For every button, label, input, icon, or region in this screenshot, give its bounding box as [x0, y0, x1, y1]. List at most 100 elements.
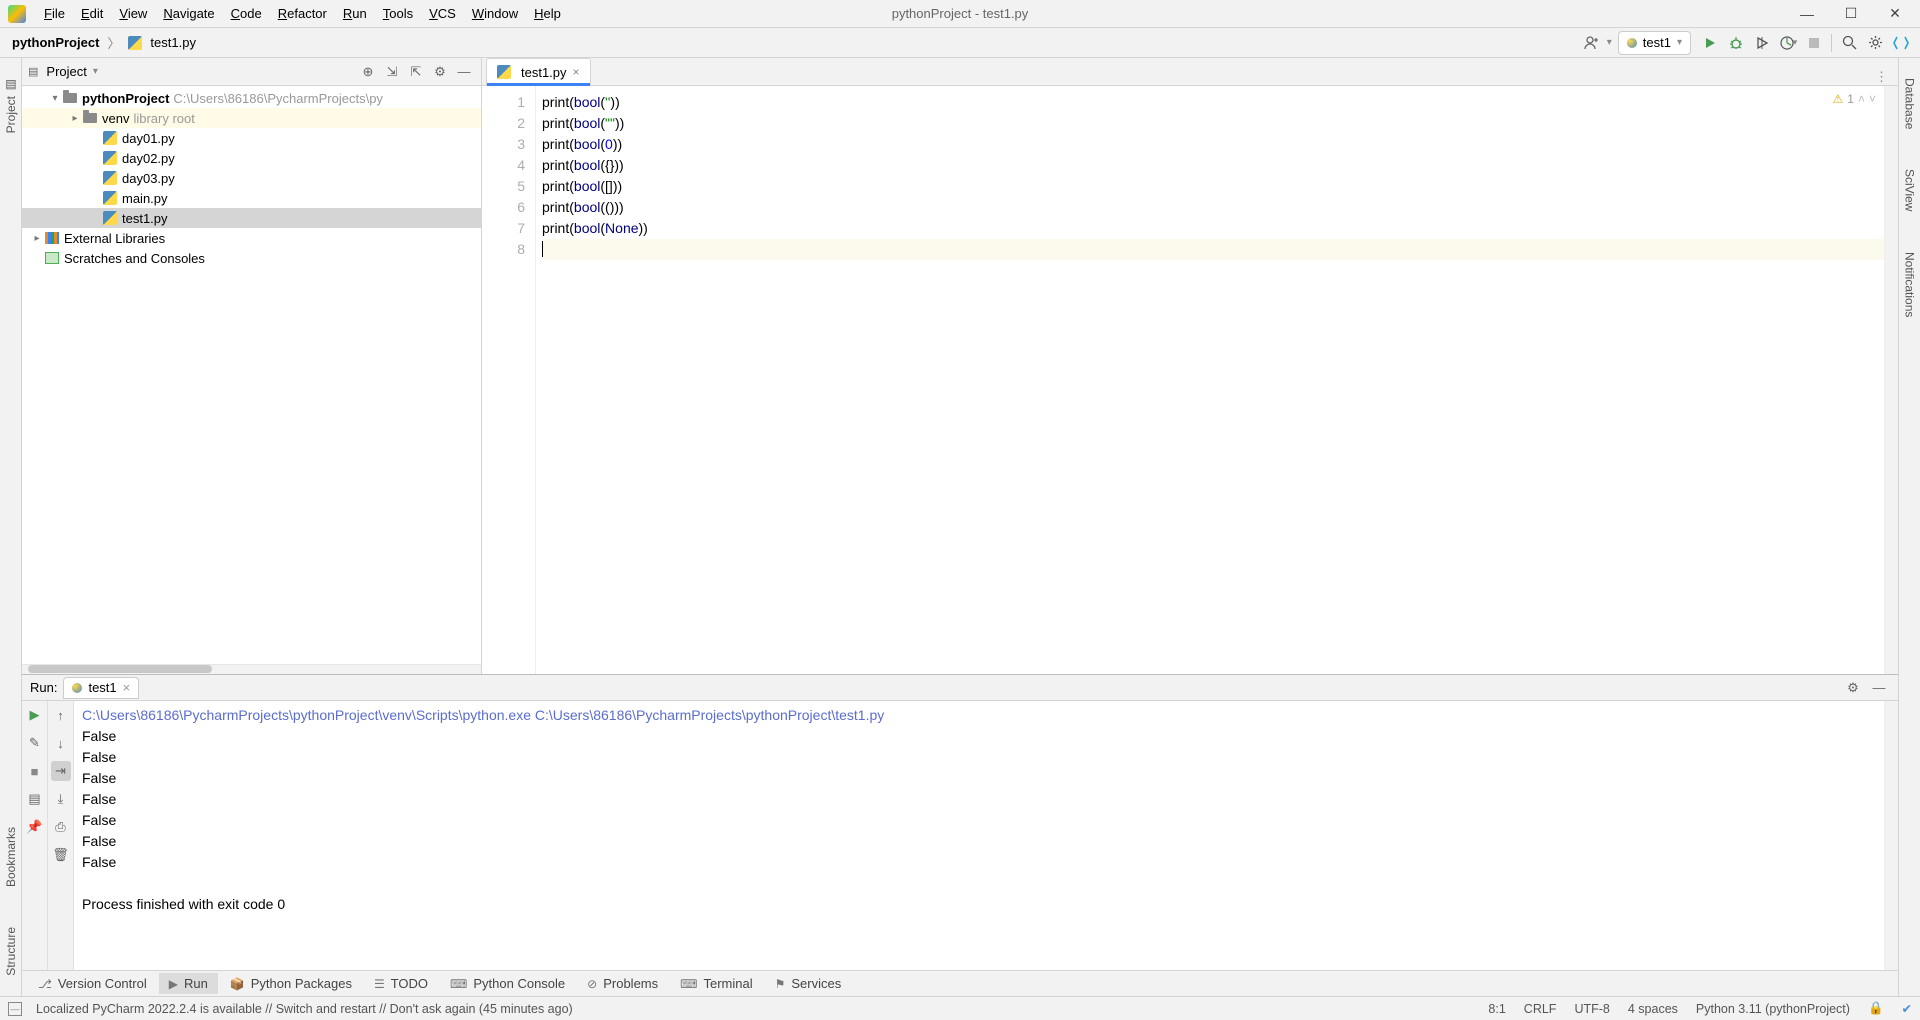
project-scrollbar[interactable] [22, 664, 481, 674]
status-indent[interactable]: 4 spaces [1628, 1002, 1678, 1016]
breadcrumb-file[interactable]: test1.py [122, 33, 202, 52]
code-with-me-button[interactable] [1888, 30, 1914, 56]
stop-process-button[interactable]: ■ [25, 761, 45, 781]
bottom-tool-terminal[interactable]: ⌨Terminal [670, 973, 762, 994]
down-button[interactable]: ↓ [51, 733, 71, 753]
run-settings-icon[interactable]: ✎ [25, 733, 45, 753]
menu-tools[interactable]: Tools [375, 3, 421, 24]
tree-root[interactable]: ▾ pythonProject C:\Users\86186\PycharmPr… [22, 88, 481, 108]
project-panel-title[interactable]: Project [46, 64, 86, 79]
status-message[interactable]: Localized PyCharm 2022.2.4 is available … [36, 1002, 573, 1016]
clear-button[interactable]: 🗑 [51, 845, 71, 865]
menu-file[interactable]: File [36, 3, 73, 24]
project-tree[interactable]: ▾ pythonProject C:\Users\86186\PycharmPr… [22, 86, 481, 664]
next-highlight-button[interactable]: ˅ [1869, 92, 1876, 106]
tree-venv[interactable]: ▸ venv library root [22, 108, 481, 128]
scroll-end-button[interactable]: ⤓ [51, 789, 71, 809]
tool-tab-project[interactable]: Project ▤ [4, 78, 18, 133]
run-hide-button[interactable]: — [1868, 677, 1890, 699]
status-line-sep[interactable]: CRLF [1524, 1002, 1557, 1016]
chevron-down-icon[interactable]: ▾ [93, 66, 98, 77]
prev-highlight-button[interactable]: ˄ [1858, 92, 1865, 106]
expand-all-button[interactable]: ⇲ [381, 61, 403, 83]
tab-close-button[interactable]: × [573, 65, 580, 79]
lock-icon[interactable]: 🔒 [1868, 1001, 1884, 1016]
soft-wrap-button[interactable]: ⇥ [51, 761, 71, 781]
status-caret-position[interactable]: 8:1 [1488, 1002, 1505, 1016]
run-tab[interactable]: test1 × [63, 677, 139, 699]
editor-tab[interactable]: test1.py × [486, 58, 591, 85]
print-button[interactable]: ⎙ [51, 817, 71, 837]
tree-file[interactable]: ▸day02.py [22, 148, 481, 168]
menu-window[interactable]: Window [464, 3, 526, 24]
menu-vcs[interactable]: VCS [421, 3, 464, 24]
debug-button[interactable] [1723, 30, 1749, 56]
tool-tab-structure[interactable]: Structure [4, 927, 18, 976]
tree-ext-lib-label: External Libraries [64, 231, 165, 246]
editor-gutter[interactable]: 12345678 [482, 86, 536, 674]
minimize-button[interactable]: — [1798, 5, 1816, 23]
editor-inspections[interactable]: ⚠ 1 ˄ ˅ [1833, 92, 1876, 106]
bottom-tool-version-control[interactable]: ⎇Version Control [28, 973, 157, 994]
navigation-toolbar: pythonProject 〉 test1.py ▾ test1 ▾ ▾ [0, 28, 1920, 58]
breadcrumb-project[interactable]: pythonProject [6, 33, 105, 52]
search-everywhere-button[interactable] [1836, 30, 1862, 56]
status-encoding[interactable]: UTF-8 [1574, 1002, 1609, 1016]
locate-button[interactable]: ⊕ [357, 61, 379, 83]
tree-file[interactable]: ▸day03.py [22, 168, 481, 188]
coverage-button[interactable] [1749, 30, 1775, 56]
close-button[interactable]: ✕ [1886, 5, 1904, 23]
run-button[interactable] [1697, 30, 1723, 56]
tree-file[interactable]: ▸day01.py [22, 128, 481, 148]
tree-file[interactable]: ▸main.py [22, 188, 481, 208]
menu-help[interactable]: Help [526, 3, 569, 24]
run-settings-button[interactable]: ⚙ [1842, 677, 1864, 699]
ide-settings-button[interactable] [1862, 30, 1888, 56]
menu-refactor[interactable]: Refactor [270, 3, 335, 24]
tree-root-path: C:\Users\86186\PycharmProjects\py [173, 91, 383, 106]
console-scrollbar[interactable] [1884, 701, 1898, 970]
editor-code[interactable]: print(bool(''))print(bool(""))print(bool… [536, 86, 1884, 674]
tool-tab-bookmarks[interactable]: Bookmarks [4, 827, 18, 887]
console-exit: Process finished with exit code 0 [82, 894, 1876, 915]
hide-panel-button[interactable]: — [453, 61, 475, 83]
menu-run[interactable]: Run [335, 3, 375, 24]
tool-tab-notifications[interactable]: Notifications [1903, 252, 1917, 317]
run-tab-close[interactable]: × [123, 680, 131, 695]
panel-settings-button[interactable]: ⚙ [429, 61, 451, 83]
maximize-button[interactable]: ☐ [1842, 5, 1860, 23]
ide-notifications-icon[interactable]: ✔ [1902, 1001, 1912, 1016]
menu-edit[interactable]: Edit [73, 3, 111, 24]
bottom-tool-todo[interactable]: ☰TODO [364, 973, 438, 994]
tree-scratches[interactable]: ▸ Scratches and Consoles [22, 248, 481, 268]
bottom-tool-problems[interactable]: ⊘Problems [577, 973, 668, 994]
collapse-all-button[interactable]: ⇱ [405, 61, 427, 83]
menu-view[interactable]: View [111, 3, 155, 24]
bottom-tool-services[interactable]: ⚑Services [765, 973, 852, 994]
layout-button[interactable]: ▤ [25, 789, 45, 809]
tree-file-label: day02.py [122, 151, 175, 166]
tree-file[interactable]: ▸test1.py [22, 208, 481, 228]
tool-tab-sciview[interactable]: SciView [1903, 169, 1917, 211]
tool-tab-database[interactable]: Database [1903, 78, 1917, 129]
bottom-tool-python-console[interactable]: ⌨Python Console [440, 973, 575, 994]
bottom-tool-run[interactable]: ▶Run [159, 973, 218, 994]
menu-code[interactable]: Code [223, 3, 270, 24]
editor-more-button[interactable]: ⋮ [1865, 69, 1898, 85]
rerun-button[interactable]: ▶ [25, 705, 45, 725]
editor-scrollbar[interactable] [1884, 86, 1898, 674]
menu-navigate[interactable]: Navigate [155, 3, 222, 24]
status-interpreter[interactable]: Python 3.11 (pythonProject) [1696, 1002, 1850, 1016]
tree-external-libraries[interactable]: ▸ External Libraries [22, 228, 481, 248]
up-button[interactable]: ↑ [51, 705, 71, 725]
run-console[interactable]: C:\Users\86186\PycharmProjects\pythonPro… [74, 701, 1884, 970]
profile-button[interactable]: ▾ [1775, 30, 1801, 56]
run-config-selector[interactable]: test1 ▾ [1618, 31, 1691, 55]
bottom-tool-python-packages[interactable]: 📦Python Packages [220, 973, 362, 994]
left-tool-gutter: Project ▤ Bookmarks Structure [0, 58, 22, 996]
add-user-button[interactable] [1579, 30, 1605, 56]
status-message-icon[interactable]: — [8, 1002, 22, 1016]
stop-button[interactable] [1801, 30, 1827, 56]
python-file-icon [128, 36, 142, 50]
pin-button[interactable]: 📌 [25, 817, 45, 837]
